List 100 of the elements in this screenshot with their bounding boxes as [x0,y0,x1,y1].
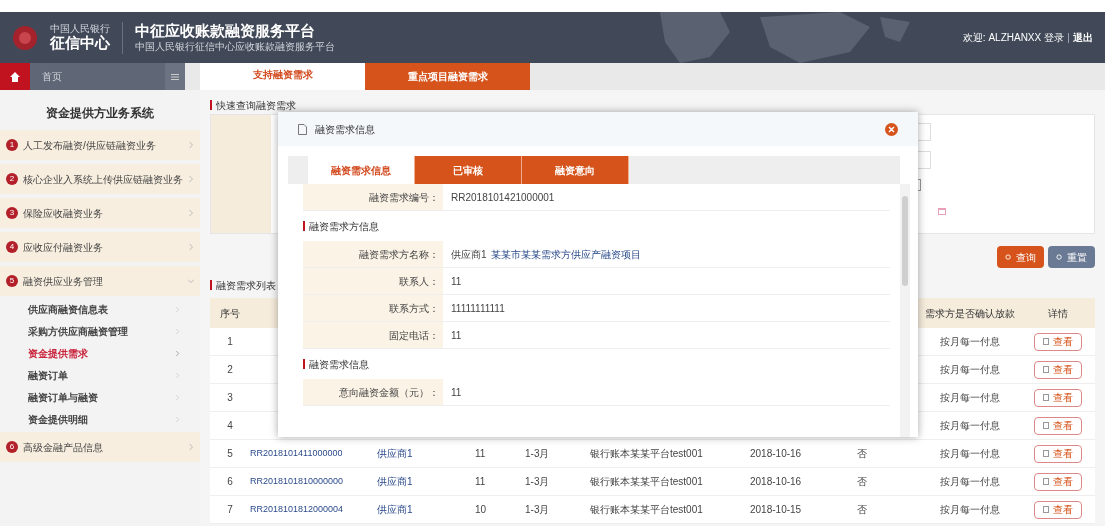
dialog-tab[interactable]: 融资需求信息 [308,156,415,184]
menu-toggle-button[interactable] [165,63,185,90]
view-button[interactable]: 查看 [1033,388,1082,407]
emblem-icon [12,24,38,51]
column-header: 详情 [1046,306,1069,321]
document-icon [298,123,307,135]
chevron-right-icon [175,372,180,378]
document-icon [1042,394,1049,401]
platform-title: 中征应收账款融资服务平台 [135,21,316,41]
table-cell-text: 银行账本某某平台test001 [590,503,704,517]
document-icon [1042,506,1049,513]
home-button[interactable] [0,63,30,90]
table-cell-text: 1-3月 [525,503,551,517]
table-cell-text: 11 [474,447,487,461]
table-cell-text: 按月每一付息 [939,335,1001,349]
number-badge: 2 [6,173,18,185]
table-cell-text: 按月每一付息 [939,391,1001,405]
sidebar-item[interactable]: 1 人工发布融资/供应链融资业务 [0,130,200,160]
dialog-title: 融资需求信息 [315,122,375,137]
dialog-tab[interactable]: 融资意向 [522,156,629,184]
chevron-right-icon [188,176,194,182]
close-icon [888,125,895,133]
table-cell-text: 6 [226,475,234,489]
view-button[interactable]: 查看 [1033,500,1082,519]
view-button[interactable]: 查看 [1033,444,1082,463]
field-value: RR2018101421000001 [451,190,555,205]
scrollbar[interactable] [900,184,910,437]
chevron-right-icon [175,328,180,334]
submenu-item[interactable]: 供应商融资信息表 [0,298,200,320]
page-tab[interactable]: 重点项目融资需求 [365,63,530,90]
supplier-link[interactable]: 供应商1 [365,446,455,461]
table-cell-text: 2018-10-15 [750,503,803,517]
section-heading: 融资需求方信息 [309,219,379,234]
field-label: 意向融资金额（元）： [339,385,439,400]
search-button[interactable]: 查询 [997,246,1044,268]
view-button[interactable]: 查看 [1033,332,1082,351]
table-cell-text: 否 [856,503,868,517]
field-value: 11 [451,385,462,400]
reset-button[interactable]: 重置 [1048,246,1095,268]
table-cell-text: 1-3月 [525,447,551,461]
chevron-right-icon [188,444,194,450]
table-cell-text: 按月每一付息 [939,475,1001,489]
table-cell-text: 11 [474,475,487,489]
chevron-right-icon [175,306,180,312]
table-cell-text: 4 [226,419,234,433]
project-link[interactable]: 某某市某某需求方供应产融资项目 [490,246,641,262]
sidebar-item[interactable]: 3 保险应收融资业务 [0,198,200,228]
column-header: 序号 [219,306,241,321]
table-cell-text: 按月每一付息 [939,419,1001,433]
request-id-link[interactable]: RR2018101810000000 [250,474,365,489]
table-cell-text: 按月每一付息 [939,363,1001,377]
dialog-tab[interactable]: 已审核 [415,156,522,184]
supplier-link[interactable]: 供应商1 [365,502,455,517]
document-icon [1042,366,1049,373]
chevron-right-icon [175,350,180,356]
home-icon [9,70,21,83]
field-label: 固定电话： [389,328,439,343]
table-cell-text: 否 [856,475,868,489]
sidebar-title: 资金提供方业务系统 [46,105,154,122]
number-badge: 6 [6,441,18,453]
table-cell-text: 银行账本某某平台test001 [590,447,704,461]
table-cell-text: 2 [226,363,234,377]
field-label: 联系方式： [389,301,439,316]
submenu-item[interactable]: 资金提供需求 [0,342,200,364]
logout-link[interactable]: 退出 [1073,30,1093,45]
sidebar-item[interactable]: 6 高级金融产品信息 [0,432,200,462]
section-heading: 融资需求列表 [216,278,276,293]
platform-subtitle: 中国人民银行征信中心应收账款融资服务平台 [135,40,335,54]
table-cell-text: 2018-10-16 [750,447,803,461]
field-value: 11 [451,328,462,343]
chevron-right-icon [188,244,194,250]
view-button[interactable]: 查看 [1033,360,1082,379]
chevron-right-icon [188,210,194,216]
view-button[interactable]: 查看 [1033,472,1082,491]
section-heading: 融资需求信息 [309,357,369,372]
chevron-right-icon [188,142,194,148]
sidebar-item[interactable]: 5 融资供应业务管理 [0,266,200,296]
view-button[interactable]: 查看 [1033,416,1082,435]
chevron-right-icon [175,394,180,400]
request-id-link[interactable]: RR2018101411000000 [250,446,365,461]
submenu-item[interactable]: 资金提供明细 [0,408,200,430]
sidebar-item[interactable]: 2 核心企业入系统上传供应链融资业务 [0,164,200,194]
section-heading: 快速查询融资需求 [216,98,296,113]
breadcrumb-text: 首页 [42,70,62,84]
number-badge: 5 [6,275,18,287]
submenu-item[interactable]: 融资订单与融资 [0,386,200,408]
submenu-item[interactable]: 采购方供应商融资管理 [0,320,200,342]
supplier-link[interactable]: 供应商1 [365,474,455,489]
request-id-link[interactable]: RR2018101812000004 [250,502,365,517]
table-cell-text: 1 [226,335,234,349]
document-icon [1042,478,1049,485]
close-button[interactable] [885,122,898,136]
table-cell-text: 按月每一付息 [939,447,1001,461]
sidebar-item[interactable]: 4 应收应付融资业务 [0,232,200,262]
field-value: 11111111111 [451,301,505,316]
field-label: 融资需求方名称： [359,247,439,262]
submenu-item[interactable]: 融资订单 [0,364,200,386]
logo-caption: 中国人民银行 [50,24,110,34]
table-cell-text: 1-3月 [525,475,551,489]
table-cell-text: 2018-10-16 [750,475,803,489]
